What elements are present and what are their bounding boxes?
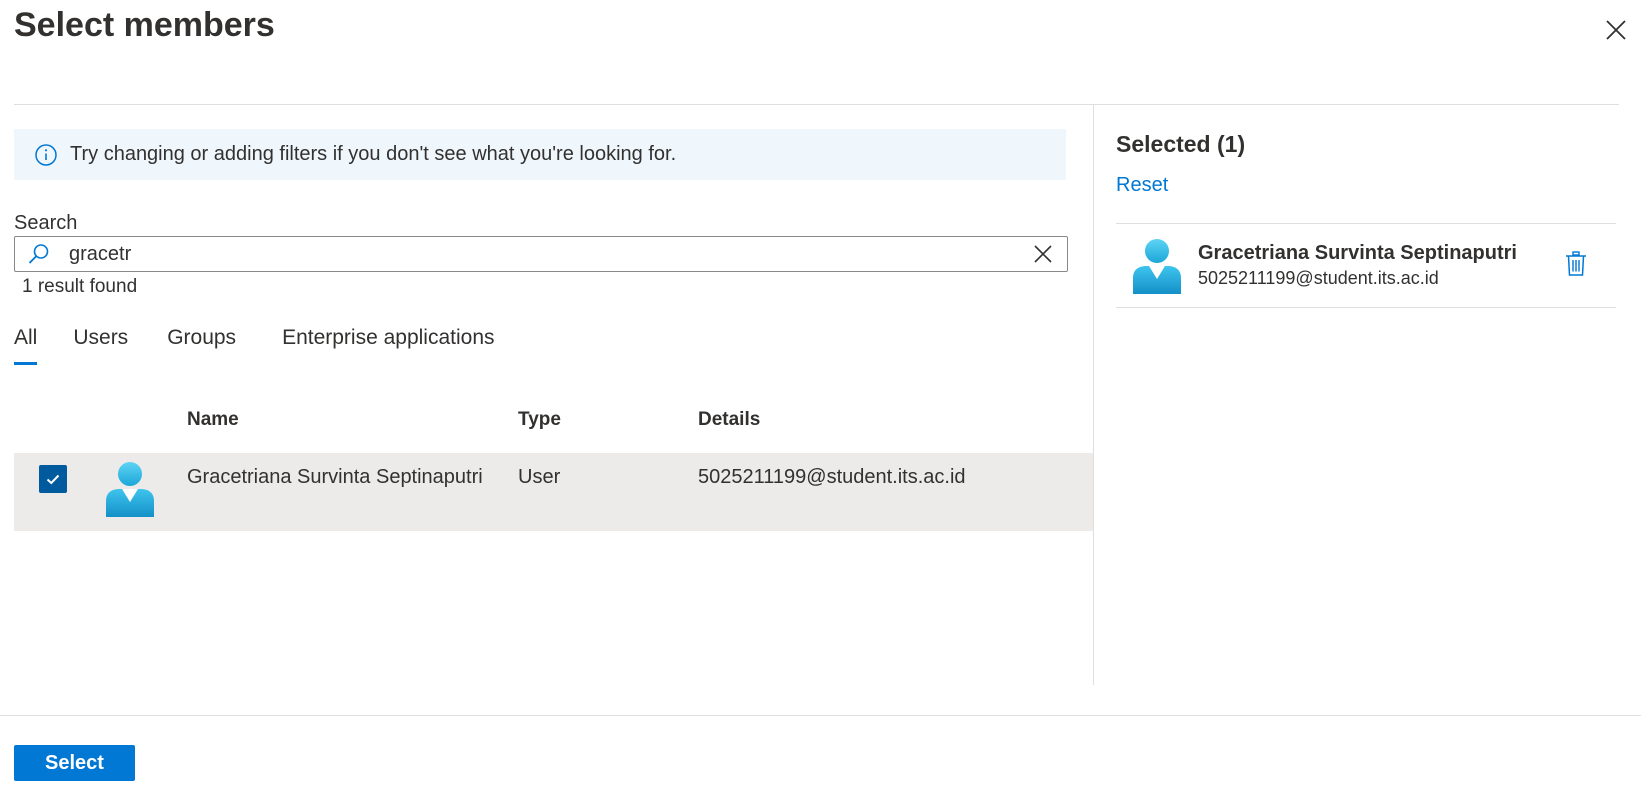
- selected-member-email: 5025211199@student.its.ac.id: [1198, 268, 1439, 288]
- column-header-type[interactable]: Type: [518, 409, 561, 431]
- select-members-dialog: Select members Try changing or adding fi…: [0, 0, 1641, 797]
- tab-users[interactable]: Users: [73, 326, 128, 366]
- selected-list-divider: [1116, 223, 1616, 224]
- user-avatar-icon: [106, 462, 154, 517]
- row-checkbox[interactable]: [39, 465, 67, 493]
- tab-groups[interactable]: Groups: [167, 326, 236, 366]
- result-count: 1 result found: [22, 276, 138, 297]
- remove-member-button[interactable]: [1562, 249, 1590, 279]
- close-icon: [1034, 245, 1052, 263]
- footer-divider: [0, 715, 1641, 716]
- panel-divider: [1093, 104, 1094, 685]
- row-details: 5025211199@student.its.ac.id: [698, 466, 966, 488]
- checkmark-icon: [46, 474, 60, 485]
- row-type: User: [518, 466, 561, 488]
- close-button[interactable]: [1600, 14, 1632, 46]
- info-icon: [34, 143, 58, 167]
- column-header-details[interactable]: Details: [698, 409, 760, 431]
- trash-icon: [1566, 251, 1586, 276]
- clear-search-button[interactable]: [1029, 240, 1057, 268]
- info-message-bar: Try changing or adding filters if you do…: [14, 129, 1066, 180]
- tab-all[interactable]: All: [14, 326, 38, 366]
- table-row[interactable]: Gracetriana Survinta Septinaputri User 5…: [14, 453, 1093, 531]
- selected-list-divider: [1116, 307, 1616, 308]
- close-icon: [1606, 20, 1626, 40]
- search-box: [14, 236, 1068, 272]
- dialog-title: Select members: [14, 6, 275, 44]
- row-name: Gracetriana Survinta Septinaputri: [187, 466, 483, 488]
- selected-member-name: Gracetriana Survinta Septinaputri: [1198, 242, 1517, 264]
- column-header-name[interactable]: Name: [187, 409, 239, 431]
- search-label: Search: [14, 212, 78, 234]
- reset-link[interactable]: Reset: [1116, 174, 1168, 197]
- selected-count-title: Selected (1): [1116, 131, 1246, 157]
- select-button[interactable]: Select: [14, 745, 135, 781]
- info-message-text: Try changing or adding filters if you do…: [70, 143, 677, 165]
- filter-tabs: All Users Groups Enterprise applications: [14, 326, 495, 366]
- search-icon: [27, 242, 51, 266]
- search-input[interactable]: [69, 242, 1029, 266]
- user-avatar-icon: [1133, 239, 1181, 294]
- tab-enterprise-applications[interactable]: Enterprise applications: [282, 326, 494, 366]
- header-divider: [14, 104, 1619, 105]
